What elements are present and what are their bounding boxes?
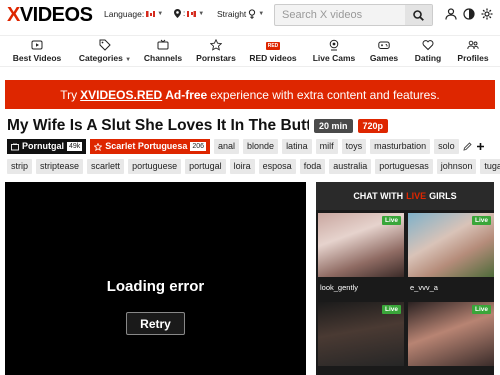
nav-categories[interactable]: Categories ▼ — [72, 39, 138, 63]
canada-flag-icon — [146, 11, 156, 17]
tag-scarlett[interactable]: scarlett — [87, 159, 125, 174]
canada-flag-icon — [187, 10, 197, 17]
search-icon — [413, 9, 424, 21]
retry-button[interactable]: Retry — [126, 312, 185, 335]
live-panel-header[interactable]: CHAT WITH LIVE GIRLS — [316, 182, 494, 210]
tag-esposa[interactable]: esposa — [258, 159, 296, 174]
star-icon — [210, 39, 222, 51]
hearts-icon — [422, 40, 434, 51]
female-symbol-icon — [249, 9, 256, 19]
tag-milf[interactable]: milf — [315, 139, 338, 154]
channel-icon — [11, 142, 19, 150]
tag-tuga[interactable]: tuga — [480, 159, 500, 174]
tag-solo[interactable]: solo — [434, 139, 459, 154]
tag-anal[interactable]: anal — [214, 139, 240, 154]
video-title: My Wife Is A Slut She Loves It In The Bu… — [7, 117, 309, 134]
nav-live-cams[interactable]: Live Cams — [310, 39, 358, 63]
nav-best-videos[interactable]: Best Videos — [8, 39, 66, 63]
quality-badge: 720p — [357, 119, 389, 133]
tags-icon — [99, 39, 111, 51]
cam-thumbnail[interactable]: Live — [408, 213, 494, 277]
nav-channels[interactable]: Channels — [140, 39, 186, 63]
chevron-down-icon: ▼ — [258, 11, 265, 17]
tag-portugal[interactable]: portugal — [185, 159, 226, 174]
tag-striptease[interactable]: striptease — [36, 159, 84, 174]
cam-thumbnail[interactable]: Live — [408, 302, 494, 366]
live-badge: Live — [381, 305, 401, 314]
banner-brand: XVIDEOS.RED — [80, 87, 163, 102]
cam-thumbnail[interactable]: Live — [318, 213, 404, 277]
gamepad-icon — [378, 41, 390, 49]
nav-games[interactable]: Games — [366, 39, 402, 63]
main-nav: Best Videos Categories ▼ Channels Pornst… — [0, 35, 500, 67]
search-box — [274, 4, 433, 26]
cam-username[interactable]: look_gently — [320, 283, 358, 292]
chevron-down-icon: ▼ — [198, 10, 205, 17]
tv-icon — [157, 39, 169, 50]
live-badge: Live — [471, 216, 491, 225]
tag-portuguese[interactable]: portuguese — [128, 159, 182, 174]
tag-row-2: strip striptease scarlett portuguese por… — [7, 159, 500, 174]
orientation-selector[interactable]: Straight ▼ — [217, 9, 264, 19]
loading-error-text: Loading error — [106, 278, 205, 295]
gear-icon[interactable] — [481, 8, 493, 20]
orientation-label: Straight — [217, 9, 247, 19]
tag-masturbation[interactable]: masturbation — [370, 139, 431, 154]
country-selector[interactable]: : ▼ — [174, 9, 204, 18]
webcam-icon — [329, 39, 339, 51]
tag-latina[interactable]: latina — [282, 139, 312, 154]
search-button[interactable] — [405, 5, 432, 25]
language-label: Language: — [104, 9, 145, 19]
star-icon — [94, 142, 103, 151]
cam-thumbnail[interactable]: Live — [318, 302, 404, 366]
tag-strip[interactable]: strip — [7, 159, 33, 174]
tag-toys[interactable]: toys — [341, 139, 367, 154]
red-badge-icon: RED — [265, 42, 281, 50]
tag-australia[interactable]: australia — [329, 159, 372, 174]
site-logo[interactable]: XVIDEOS — [7, 4, 93, 26]
users-icon — [467, 40, 479, 50]
tag-foda[interactable]: foda — [299, 159, 326, 174]
nav-dating[interactable]: Dating — [410, 39, 446, 63]
edit-pencil-icon[interactable] — [463, 142, 472, 151]
add-tag-icon[interactable] — [476, 142, 485, 151]
video-title-row: My Wife Is A Slut She Loves It In The Bu… — [7, 117, 389, 135]
live-badge: Live — [381, 216, 401, 225]
video-player[interactable]: Loading error Retry — [5, 182, 306, 375]
tag-johnson[interactable]: johnson — [436, 159, 477, 174]
pornstar-tag[interactable]: Scarlet Portuguesa 206 — [90, 139, 211, 154]
chevron-down-icon: ▼ — [125, 57, 132, 63]
live-badge: Live — [471, 305, 491, 314]
duration-badge: 20 min — [314, 119, 353, 133]
contrast-icon[interactable] — [463, 8, 475, 20]
tag-row-1: Pornutgal 49k Scarlet Portuguesa 206 ana… — [7, 139, 485, 154]
search-input[interactable] — [275, 5, 406, 25]
tag-blonde[interactable]: blonde — [243, 139, 279, 154]
nav-red-videos[interactable]: RED RED videos — [248, 39, 298, 63]
uploader-tag[interactable]: Pornutgal 49k — [7, 139, 87, 154]
red-promo-banner[interactable]: Try XVIDEOS.RED Ad-free experience with … — [5, 80, 495, 109]
user-icon[interactable] — [445, 8, 457, 20]
tag-portuguesas[interactable]: portuguesas — [375, 159, 433, 174]
live-cams-panel: CHAT WITH LIVE GIRLS Live look_gently Li… — [316, 182, 494, 375]
language-selector[interactable]: Language: ▼ — [104, 9, 163, 19]
chevron-down-icon: ▼ — [157, 11, 164, 17]
tag-loira[interactable]: loira — [229, 159, 255, 174]
play-box-icon — [31, 40, 43, 50]
location-pin-icon — [174, 9, 181, 18]
nav-pornstars[interactable]: Pornstars — [194, 39, 238, 63]
cam-username[interactable]: e_vvv_a — [410, 283, 438, 292]
nav-profiles[interactable]: Profiles — [454, 39, 492, 63]
top-bar: XVIDEOS Language: ▼ : ▼ Straight ▼ — [0, 0, 500, 31]
